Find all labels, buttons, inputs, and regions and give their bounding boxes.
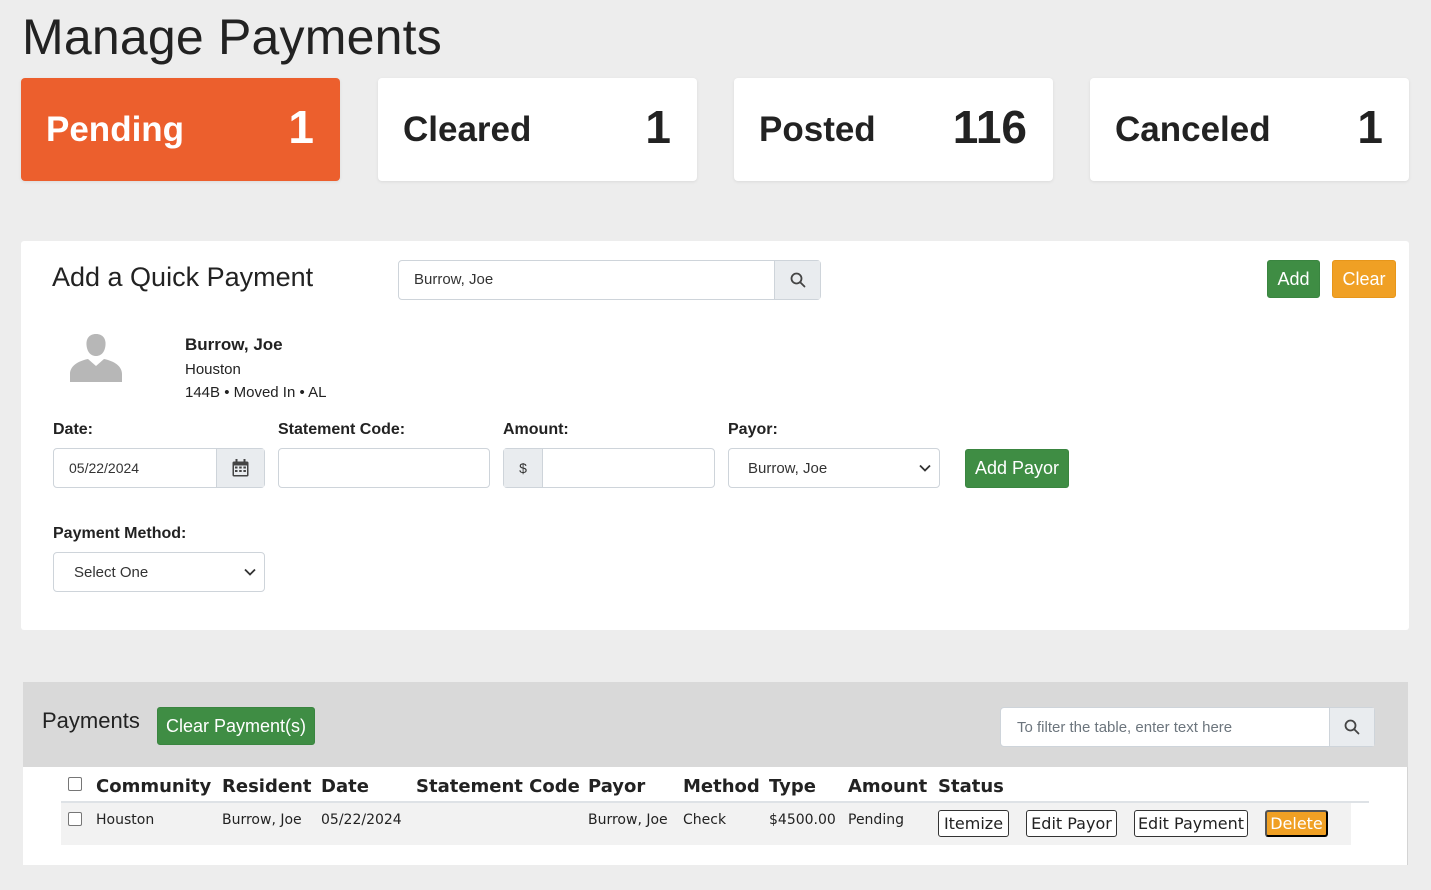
column-header-statement-code[interactable]: Statement Code [416, 776, 580, 797]
column-header-status[interactable]: Status [938, 776, 1004, 797]
search-button[interactable] [774, 261, 820, 299]
resident-search[interactable]: Burrow, Joe [398, 260, 821, 300]
stat-count: 1 [1357, 101, 1383, 153]
add-button[interactable]: Add [1267, 260, 1320, 298]
resident-name: Burrow, Joe [185, 335, 283, 354]
payment-method-select[interactable]: Select One [53, 552, 265, 592]
search-icon [1344, 719, 1360, 735]
itemize-button[interactable]: Itemize [938, 810, 1009, 837]
resident-search-input[interactable]: Burrow, Joe [399, 261, 774, 299]
date-input[interactable]: 05/22/2024 [54, 449, 216, 487]
column-header-type[interactable]: Type [769, 776, 816, 797]
resident-meta: 144B • Moved In • AL [185, 384, 327, 401]
page-title: Manage Payments [22, 9, 442, 65]
stat-label: Cleared [403, 110, 532, 149]
avatar-icon [70, 334, 122, 382]
chevron-down-icon [919, 464, 931, 472]
payments-section: Payments Clear Payment(s) To filter the … [23, 682, 1408, 865]
quick-payment-panel: Add a Quick Payment Burrow, Joe Add Clea… [21, 241, 1409, 630]
payments-title: Payments [42, 708, 140, 733]
column-header-method[interactable]: Method [683, 776, 760, 797]
statement-code-label: Statement Code: [278, 421, 406, 438]
date-label: Date: [53, 421, 94, 438]
delete-button[interactable]: Delete [1265, 810, 1328, 837]
search-icon [790, 272, 805, 288]
currency-prefix: $ [504, 449, 543, 487]
payment-method-label: Payment Method: [53, 525, 187, 542]
stat-label: Canceled [1115, 110, 1271, 149]
date-field[interactable]: 05/22/2024 [53, 448, 265, 488]
cell-resident: Burrow, Joe [222, 812, 302, 828]
cell-amount: Pending [848, 812, 904, 828]
column-header-resident[interactable]: Resident [222, 776, 311, 797]
stat-card-cleared[interactable]: Cleared 1 [378, 78, 697, 181]
stat-card-pending[interactable]: Pending 1 [21, 78, 340, 181]
clear-button[interactable]: Clear [1332, 260, 1396, 298]
table-filter[interactable]: To filter the table, enter text here [1000, 707, 1375, 747]
stat-label: Posted [759, 110, 876, 149]
table-row: Houston Burrow, Joe 05/22/2024 Burrow, J… [61, 803, 1351, 845]
column-header-amount[interactable]: Amount [848, 776, 927, 797]
stat-card-canceled[interactable]: Canceled 1 [1090, 78, 1409, 181]
column-header-date[interactable]: Date [321, 776, 369, 797]
select-all-checkbox[interactable] [68, 777, 82, 791]
payment-method-value: Select One [74, 563, 149, 581]
filter-search-button[interactable] [1329, 708, 1374, 746]
payor-select[interactable]: Burrow, Joe [728, 448, 940, 488]
payor-select-value: Burrow, Joe [748, 459, 828, 477]
cell-community: Houston [96, 812, 155, 828]
resident-community: Houston [185, 361, 241, 378]
amount-label: Amount: [503, 421, 569, 438]
calendar-icon [232, 459, 249, 477]
statement-code-input[interactable] [278, 448, 490, 488]
amount-field[interactable]: $ [503, 448, 715, 488]
edit-payment-button[interactable]: Edit Payment [1134, 810, 1248, 837]
stat-count: 1 [645, 101, 671, 153]
cell-payor: Burrow, Joe [588, 812, 668, 828]
cell-type: $4500.00 [769, 812, 836, 828]
column-header-payor[interactable]: Payor [588, 776, 645, 797]
stat-label: Pending [46, 110, 185, 149]
stat-count: 116 [952, 101, 1027, 153]
quick-payment-title: Add a Quick Payment [52, 262, 314, 292]
edit-payor-button[interactable]: Edit Payor [1026, 810, 1117, 837]
filter-input[interactable]: To filter the table, enter text here [1001, 708, 1329, 746]
row-checkbox[interactable] [68, 812, 82, 826]
add-payor-button[interactable]: Add Payor [965, 449, 1069, 488]
payments-header: Payments Clear Payment(s) To filter the … [23, 682, 1408, 767]
cell-date: 05/22/2024 [321, 812, 402, 828]
clear-payments-button[interactable]: Clear Payment(s) [157, 707, 315, 745]
chevron-down-icon [244, 568, 256, 576]
column-header-community[interactable]: Community [96, 776, 211, 797]
calendar-button[interactable] [216, 449, 264, 487]
stat-count: 1 [288, 101, 314, 153]
amount-input[interactable] [543, 449, 714, 487]
stat-card-posted[interactable]: Posted 116 [734, 78, 1053, 181]
payor-label: Payor: [728, 421, 778, 438]
cell-method: Check [683, 812, 727, 828]
